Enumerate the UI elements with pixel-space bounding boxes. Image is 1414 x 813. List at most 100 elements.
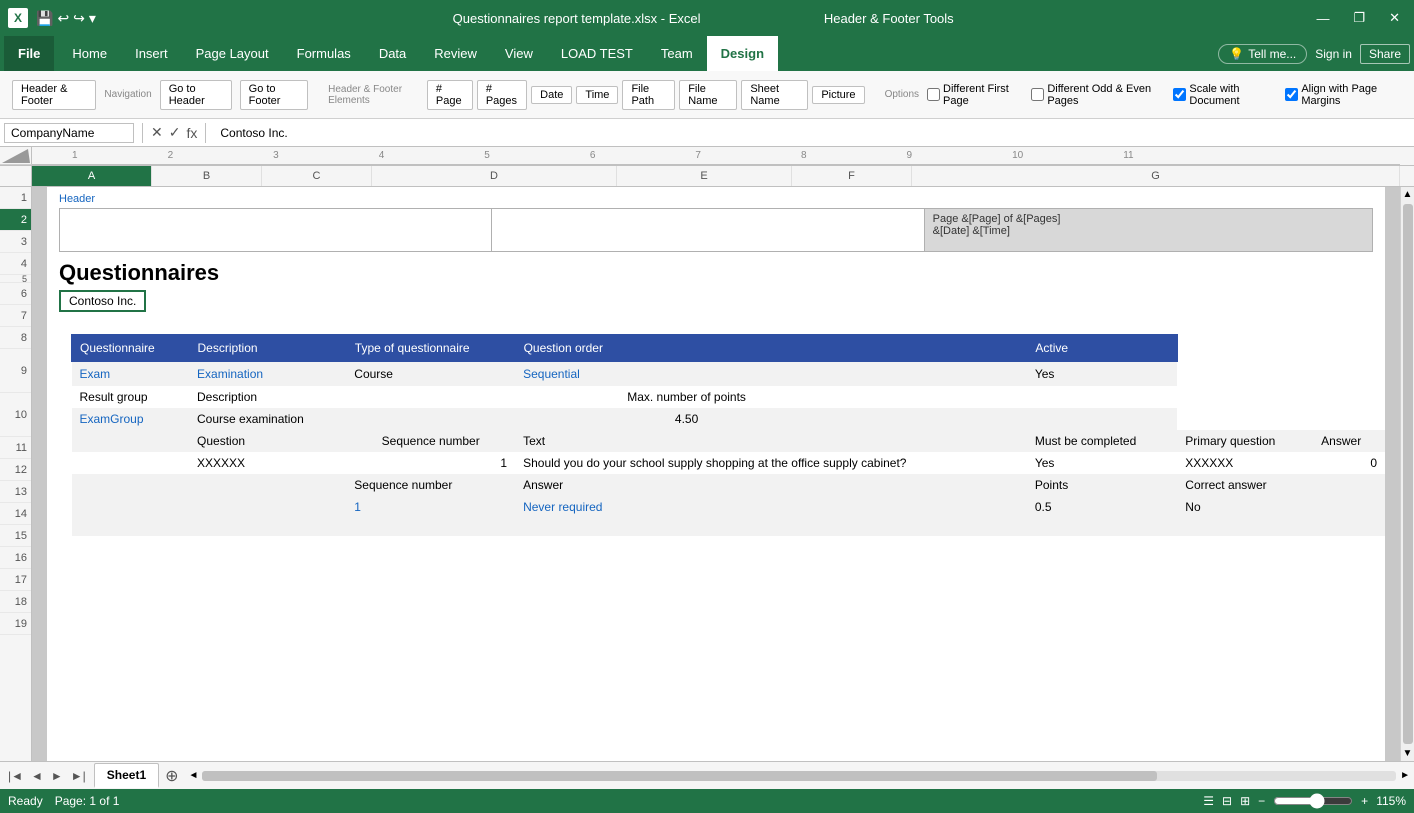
- normal-view-btn[interactable]: ☰: [1203, 794, 1214, 808]
- sign-in-btn[interactable]: Sign in: [1315, 47, 1352, 61]
- prev-sheet-btn[interactable]: ◄: [27, 767, 47, 785]
- report-title-section: Questionnaires Contoso Inc.: [47, 252, 1385, 312]
- row-num-8[interactable]: 8: [0, 327, 31, 349]
- tab-load-test[interactable]: LOAD TEST: [547, 36, 647, 71]
- diff-first-page-chk[interactable]: Different First Page: [927, 83, 1023, 107]
- col-header-c[interactable]: C: [262, 166, 372, 186]
- file-path-btn[interactable]: File Path: [622, 80, 675, 110]
- zoom-minus-btn[interactable]: −: [1258, 794, 1265, 808]
- q-must: Yes: [1027, 452, 1177, 474]
- row-num-15[interactable]: 15: [0, 525, 31, 547]
- main-table-section: Questionnaire Description Type of questi…: [47, 312, 1385, 624]
- num-pages-btn[interactable]: # Pages: [477, 80, 527, 110]
- add-sheet-btn[interactable]: ⊕: [159, 764, 184, 788]
- save-icon[interactable]: 💾: [36, 10, 53, 27]
- header-cell-right[interactable]: Page &[Page] of &[Pages] &[Date] &[Time]: [925, 209, 1372, 251]
- tab-review[interactable]: Review: [420, 36, 491, 71]
- restore-btn[interactable]: ❐: [1347, 10, 1371, 26]
- tab-page-layout[interactable]: Page Layout: [182, 36, 283, 71]
- row-num-3[interactable]: 3: [0, 231, 31, 253]
- dropdown-icon[interactable]: ▾: [89, 10, 96, 27]
- row-num-9[interactable]: 9: [0, 349, 31, 393]
- title-bar: X 💾 ↩ ↪ ▾ Questionnaires report template…: [0, 0, 1414, 36]
- next-sheet-btn[interactable]: ►: [47, 767, 67, 785]
- hf-header-btn[interactable]: Header & Footer: [12, 80, 96, 110]
- tab-home[interactable]: Home: [58, 36, 121, 71]
- scrollbar-corner-top: [1400, 147, 1414, 165]
- minimize-btn[interactable]: —: [1310, 11, 1335, 26]
- zoom-plus-btn[interactable]: +: [1361, 794, 1368, 808]
- scale-with-doc-chk[interactable]: Scale with Document: [1173, 83, 1277, 107]
- undo-icon[interactable]: ↩: [57, 10, 69, 27]
- col-header-g[interactable]: G: [912, 166, 1400, 186]
- diff-odd-even-chk[interactable]: Different Odd & Even Pages: [1031, 83, 1165, 107]
- cancel-formula-btn[interactable]: ✕: [151, 124, 163, 141]
- row-num-5[interactable]: 5: [0, 275, 31, 283]
- confirm-formula-btn[interactable]: ✓: [169, 124, 181, 141]
- scroll-up-btn[interactable]: ▲: [1403, 189, 1413, 200]
- hscroll-track[interactable]: [202, 771, 1396, 781]
- row-num-17[interactable]: 17: [0, 569, 31, 591]
- tab-data[interactable]: Data: [365, 36, 420, 71]
- name-box[interactable]: [4, 123, 134, 143]
- scroll-down-btn[interactable]: ▼: [1403, 748, 1413, 759]
- vertical-scrollbar[interactable]: ▲ ▼: [1400, 187, 1414, 761]
- sheet-name-btn[interactable]: Sheet Name: [741, 80, 808, 110]
- row-num-12[interactable]: 12: [0, 459, 31, 481]
- row-num-2[interactable]: 2: [0, 209, 31, 231]
- file-name-btn[interactable]: File Name: [679, 80, 737, 110]
- company-name-cell[interactable]: Contoso Inc.: [59, 290, 146, 312]
- tab-design[interactable]: Design: [707, 36, 778, 71]
- align-page-margins-chk[interactable]: Align with Page Margins: [1285, 83, 1402, 107]
- zoom-slider[interactable]: [1273, 793, 1353, 809]
- col-header-f[interactable]: F: [792, 166, 912, 186]
- row-num-18[interactable]: 18: [0, 591, 31, 613]
- header-cell-center[interactable]: [492, 209, 924, 251]
- formula-input[interactable]: [214, 124, 1410, 142]
- scroll-left-btn[interactable]: ◄: [189, 770, 199, 781]
- tab-view[interactable]: View: [491, 36, 547, 71]
- close-btn[interactable]: ✕: [1383, 10, 1406, 26]
- function-btn[interactable]: fx: [186, 125, 197, 141]
- scroll-right-btn[interactable]: ►: [1400, 770, 1410, 781]
- col-header-e[interactable]: E: [617, 166, 792, 186]
- tab-team[interactable]: Team: [647, 36, 707, 71]
- tab-file[interactable]: File: [4, 36, 54, 71]
- row-num-7[interactable]: 7: [0, 305, 31, 327]
- horizontal-scrollbar[interactable]: ◄ ►: [189, 769, 1410, 783]
- first-sheet-btn[interactable]: |◄: [4, 767, 27, 785]
- tab-formulas[interactable]: Formulas: [283, 36, 365, 71]
- row-num-19[interactable]: 19: [0, 613, 31, 635]
- tell-me-box[interactable]: 💡 Tell me...: [1218, 44, 1307, 64]
- current-time-btn[interactable]: Time: [576, 86, 618, 104]
- page-layout-view-btn[interactable]: ⊟: [1222, 794, 1232, 808]
- formula-separator: [142, 123, 143, 143]
- go-to-footer-btn[interactable]: Go to Footer: [240, 80, 308, 110]
- row-num-13[interactable]: 13: [0, 481, 31, 503]
- col-header-d[interactable]: D: [372, 166, 617, 186]
- row-num-16[interactable]: 16: [0, 547, 31, 569]
- row-num-1[interactable]: 1: [0, 187, 31, 209]
- row-num-11[interactable]: 11: [0, 437, 31, 459]
- exam-type: Course: [346, 362, 515, 387]
- col-header-b[interactable]: B: [152, 166, 262, 186]
- current-date-btn[interactable]: Date: [531, 86, 572, 104]
- redo-icon[interactable]: ↪: [73, 10, 85, 27]
- row-num-4[interactable]: 4: [0, 253, 31, 275]
- row-num-6[interactable]: 6: [0, 283, 31, 305]
- last-sheet-btn[interactable]: ►|: [67, 767, 90, 785]
- scroll-thumb[interactable]: [1403, 204, 1413, 744]
- page-number-btn[interactable]: # Page: [427, 80, 473, 110]
- page-break-view-btn[interactable]: ⊞: [1240, 794, 1250, 808]
- row-num-14[interactable]: 14: [0, 503, 31, 525]
- share-btn[interactable]: Share: [1360, 44, 1410, 64]
- tab-insert[interactable]: Insert: [121, 36, 182, 71]
- header-section: Header Page &[Page] of &[Pages] &[Date] …: [47, 187, 1385, 252]
- picture-btn[interactable]: Picture: [812, 86, 864, 104]
- col-header-a[interactable]: A: [32, 166, 152, 186]
- header-cell-left[interactable]: [60, 209, 492, 251]
- hscroll-thumb[interactable]: [202, 771, 1157, 781]
- row-num-10[interactable]: 10: [0, 393, 31, 437]
- sheet-tab-1[interactable]: Sheet1: [94, 763, 159, 788]
- go-to-header-btn[interactable]: Go to Header: [160, 80, 232, 110]
